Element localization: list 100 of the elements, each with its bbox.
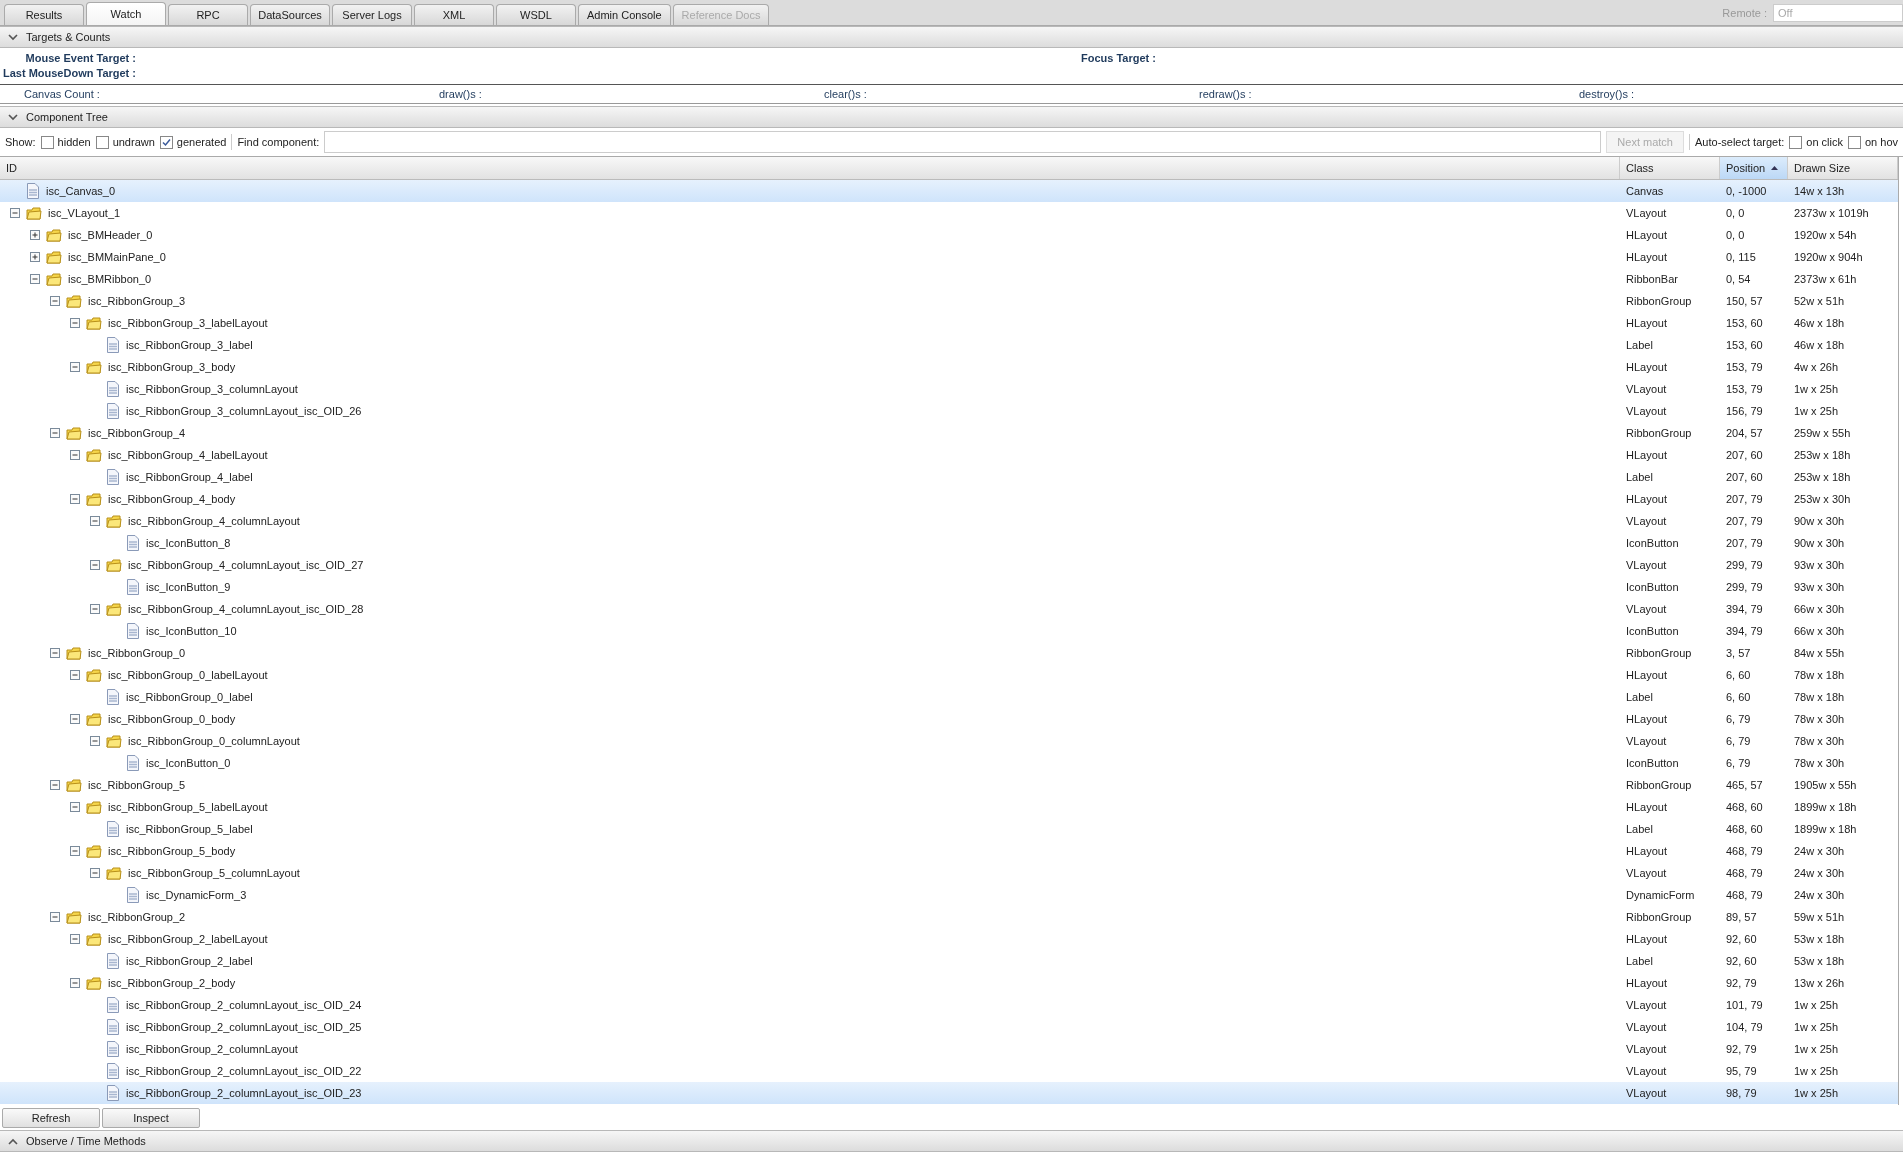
tree-row[interactable]: isc_RibbonGroup_3_body HLayout 153, 79 4w x 26h [0,356,1898,378]
tree-row[interactable]: isc_RibbonGroup_0_label Label 6, 60 78w x 18h [0,686,1898,708]
collapse-icon[interactable] [90,560,100,570]
tree-row[interactable]: isc_RibbonGroup_0_columnLayout VLayout 6, 79 78w x 30h [0,730,1898,752]
tab[interactable]: Results [4,4,84,25]
tree-row[interactable]: isc_RibbonGroup_4_labelLayout HLayout 207, 60 253w x 18h [0,444,1898,466]
tab[interactable]: Server Logs [332,4,412,25]
chevron-up-icon[interactable] [8,1137,18,1145]
tree-row[interactable]: isc_RibbonGroup_5_body HLayout 468, 79 24w x 30h [0,840,1898,862]
collapse-icon[interactable] [70,934,80,944]
tree-row[interactable]: isc_IconButton_8 IconButton 207, 79 90w x 30h [0,532,1898,554]
tree-row[interactable]: isc_RibbonGroup_0_body HLayout 6, 79 78w x 30h [0,708,1898,730]
section-header[interactable]: Observe / Time Methods [0,1130,1903,1152]
tree-row[interactable]: isc_RibbonGroup_0_labelLayout HLayout 6, 60 78w x 18h [0,664,1898,686]
action-button[interactable]: Refresh [2,1108,100,1128]
tree-row[interactable]: isc_RibbonGroup_4_label Label 207, 60 253w x 18h [0,466,1898,488]
chevron-down-icon[interactable] [8,113,18,121]
tree-row[interactable]: isc_RibbonGroup_3_columnLayout VLayout 153, 79 1w x 25h [0,378,1898,400]
collapse-icon[interactable] [70,318,80,328]
tab[interactable]: WSDL [496,4,576,25]
collapse-icon[interactable] [70,714,80,724]
tree-row[interactable]: isc_RibbonGroup_4_body HLayout 207, 79 253w x 30h [0,488,1898,510]
tree-row[interactable]: isc_RibbonGroup_3 RibbonGroup 150, 57 52w x 51h [0,290,1898,312]
tree-row[interactable]: isc_RibbonGroup_3_label Label 153, 60 46w x 18h [0,334,1898,356]
component-id: isc_IconButton_10 [146,625,237,637]
collapse-icon[interactable] [70,450,80,460]
collapse-icon[interactable] [90,604,100,614]
checkbox[interactable]: undrawn [95,135,155,149]
collapse-icon[interactable] [50,912,60,922]
tab[interactable]: Admin Console [578,4,671,25]
tree-row[interactable]: isc_RibbonGroup_2_columnLayout VLayout 92, 79 1w x 25h [0,1038,1898,1060]
expand-icon[interactable] [30,230,40,240]
tree-row[interactable]: isc_BMMainPane_0 HLayout 0, 115 1920w x 904h [0,246,1898,268]
collapse-icon[interactable] [70,494,80,504]
collapse-icon[interactable] [90,736,100,746]
tab[interactable]: Watch [86,2,166,25]
position-cell-text: 468, 79 [1725,845,1764,857]
collapse-icon[interactable] [70,670,80,680]
section-header[interactable]: Targets & Counts [0,26,1903,48]
tree-row[interactable]: isc_RibbonGroup_2_columnLayout_isc_OID_23 VLayout 98, 79 1w x 25h [0,1082,1898,1104]
tree-row[interactable]: isc_RibbonGroup_5_label Label 468, 60 1899w x 18h [0,818,1898,840]
tree-row[interactable]: isc_RibbonGroup_0 RibbonGroup 3, 57 84w x 55h [0,642,1898,664]
size-cell-text: 253w x 18h [1793,449,1852,461]
tree-row[interactable]: isc_RibbonGroup_2 RibbonGroup 89, 57 59w x 51h [0,906,1898,928]
tree-row[interactable]: isc_RibbonGroup_3_columnLayout_isc_OID_26 VLayout 156, 79 1w x 25h [0,400,1898,422]
expand-icon[interactable] [30,252,40,262]
collapse-icon[interactable] [30,274,40,284]
count-label: redraw()s : [1199,88,1253,100]
tree-row[interactable]: isc_IconButton_10 IconButton 394, 79 66w x 30h [0,620,1898,642]
collapse-icon[interactable] [70,362,80,372]
tree-row[interactable]: isc_RibbonGroup_3_labelLayout HLayout 153, 60 46w x 18h [0,312,1898,334]
tree-row[interactable]: isc_RibbonGroup_4_columnLayout VLayout 207, 79 90w x 30h [0,510,1898,532]
checkbox[interactable]: on click [1789,135,1843,149]
tree-row[interactable]: isc_RibbonGroup_2_columnLayout_isc_OID_25 VLayout 104, 79 1w x 25h [0,1016,1898,1038]
tree-row[interactable]: isc_RibbonGroup_2_label Label 92, 60 53w x 18h [0,950,1898,972]
tree-row[interactable]: isc_BMHeader_0 HLayout 0, 0 1920w x 54h [0,224,1898,246]
tab[interactable]: XML [414,4,494,25]
position-cell-text: 0, 115 [1725,251,1757,263]
position-cell-text: 465, 57 [1725,779,1764,791]
section-header[interactable]: Component Tree [0,106,1903,128]
tree-row[interactable]: isc_RibbonGroup_5_columnLayout VLayout 468, 79 24w x 30h [0,862,1898,884]
size-cell-text: 52w x 51h [1793,295,1846,307]
tree-row[interactable]: isc_RibbonGroup_4 RibbonGroup 204, 57 259w x 55h [0,422,1898,444]
find-field[interactable] [324,131,1602,153]
chevron-down-icon[interactable] [8,33,18,41]
tree-row[interactable]: isc_RibbonGroup_2_columnLayout_isc_OID_22 VLayout 95, 79 1w x 25h [0,1060,1898,1082]
tab[interactable]: RPC [168,4,248,25]
tree-row[interactable]: isc_Canvas_0 Canvas 0, -1000 14w x 13h [0,180,1898,202]
tree-row[interactable]: isc_RibbonGroup_5 RibbonGroup 465, 57 1905w x 55h [0,774,1898,796]
action-button[interactable]: Inspect [102,1108,200,1128]
checkbox[interactable]: hidden [40,135,91,149]
tree-row[interactable]: isc_IconButton_0 IconButton 6, 79 78w x 30h [0,752,1898,774]
checkbox[interactable]: on hov [1847,135,1898,149]
checkbox[interactable]: generated [159,135,227,149]
tree-row[interactable]: isc_RibbonGroup_4_columnLayout_isc_OID_27 VLayout 299, 79 93w x 30h [0,554,1898,576]
collapse-icon[interactable] [50,428,60,438]
collapse-icon[interactable] [70,802,80,812]
collapse-icon[interactable] [70,978,80,988]
collapse-icon[interactable] [50,296,60,306]
component-id: isc_DynamicForm_3 [146,889,247,901]
tree-row[interactable]: isc_RibbonGroup_2_columnLayout_isc_OID_24 VLayout 101, 79 1w x 25h [0,994,1898,1016]
tree-row[interactable]: isc_RibbonGroup_4_columnLayout_isc_OID_28 VLayout 394, 79 66w x 30h [0,598,1898,620]
tree-row[interactable]: isc_BMRibbon_0 RibbonBar 0, 54 2373w x 61h [0,268,1898,290]
column-header[interactable]: Position [1720,157,1788,179]
collapse-icon[interactable] [70,846,80,856]
tree-row[interactable]: isc_RibbonGroup_5_labelLayout HLayout 468, 60 1899w x 18h [0,796,1898,818]
tree-row[interactable]: isc_RibbonGroup_2_labelLayout HLayout 92, 60 53w x 18h [0,928,1898,950]
collapse-icon[interactable] [10,208,20,218]
collapse-icon[interactable] [90,868,100,878]
tree-row[interactable]: isc_RibbonGroup_2_body HLayout 92, 79 13w x 26h [0,972,1898,994]
collapse-icon[interactable] [90,516,100,526]
tree-row[interactable]: isc_IconButton_9 IconButton 299, 79 93w x 30h [0,576,1898,598]
tree-row[interactable]: isc_DynamicForm_3 DynamicForm 468, 79 24w x 30h [0,884,1898,906]
collapse-icon[interactable] [50,648,60,658]
tab[interactable]: DataSources [250,4,330,25]
tree-row[interactable]: isc_VLayout_1 VLayout 0, 0 2373w x 1019h [0,202,1898,224]
column-header[interactable]: ID [0,157,1620,179]
collapse-icon[interactable] [50,780,60,790]
column-header[interactable]: Drawn Size [1788,157,1898,179]
document-icon [106,403,120,419]
